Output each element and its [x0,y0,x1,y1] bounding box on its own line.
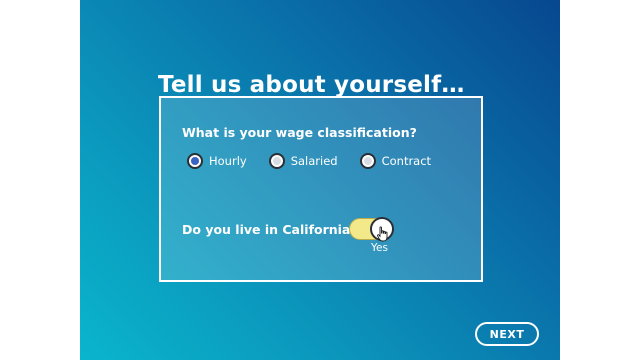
form-panel: What is your wage classification? Hourly… [159,96,483,282]
page-title: Tell us about yourself… [158,72,465,98]
slide-stage: Tell us about yourself… What is your wag… [80,0,560,360]
toggle-state-label: Yes [371,242,388,254]
radio-option-contract[interactable]: Contract [359,153,432,169]
next-button[interactable]: NEXT [475,322,539,346]
radio-label-contract: Contract [381,154,432,168]
radio-label-salaried: Salaried [290,154,338,168]
wage-radio-group: Hourly Salaried Contract [187,153,453,169]
radio-option-hourly[interactable]: Hourly [187,153,247,169]
wage-question: What is your wage classification? [182,125,417,140]
radio-button-icon[interactable] [359,153,376,169]
california-question: Do you live in California? [182,222,358,237]
radio-option-salaried[interactable]: Salaried [268,153,338,169]
radio-button-icon[interactable] [187,153,203,169]
hand-cursor-icon [377,226,388,242]
radio-button-icon[interactable] [268,153,285,169]
radio-label-hourly: Hourly [209,154,247,168]
